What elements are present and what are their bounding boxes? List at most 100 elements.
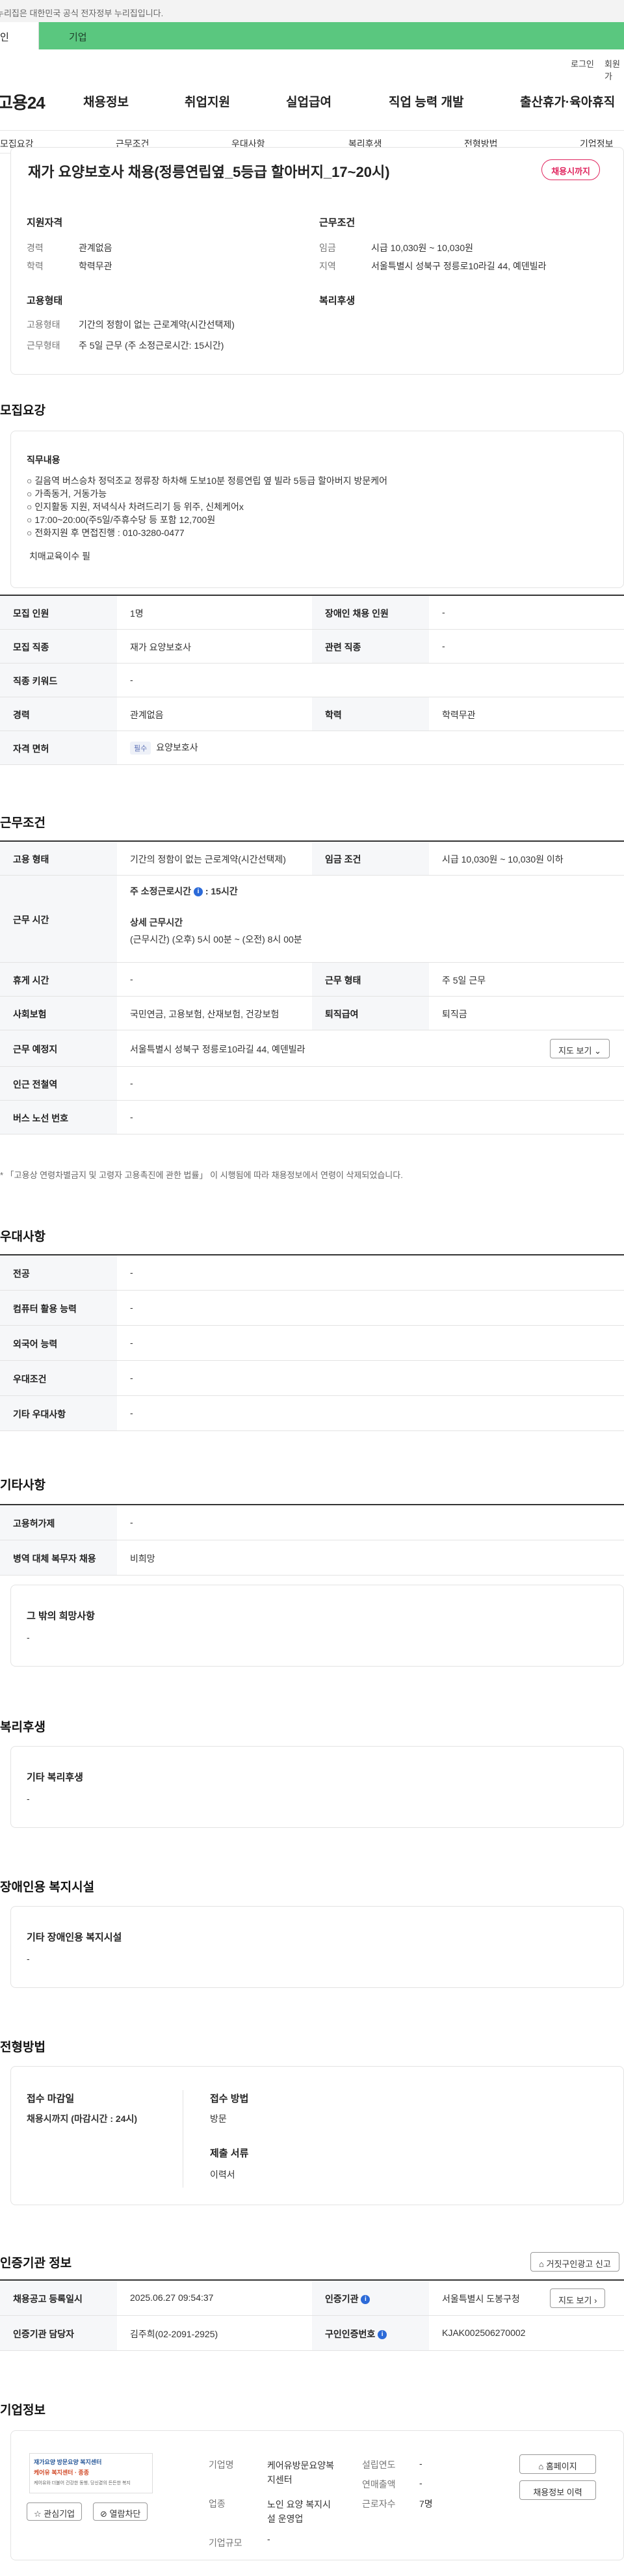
disability-heading: 장애인용 복지시설: [0, 1881, 95, 1894]
job-title: 재가 요양보호사 채용(정릉연립옆_5등급 할아버지_17~20시): [28, 164, 390, 180]
company-logo: 재가요양 방문요양 복지센터 케어유 복지센터 · 종종 케어유와 더불어 건강…: [29, 2453, 153, 2493]
weekly-hours-value: : 15시간: [205, 886, 238, 896]
table-cell: 서울특별시 도봉구청: [442, 2294, 520, 2304]
table-cell: -: [130, 1408, 133, 1418]
table-header: 모집 직종: [0, 630, 117, 663]
info-icon[interactable]: i: [378, 2330, 387, 2340]
table-header: 임금 조건: [312, 842, 429, 875]
founded-value: -: [419, 2458, 422, 2469]
gov-banner-text: 누리집은 대한민국 공식 전자정부 누리집입니다.: [0, 8, 164, 18]
table-header: 구인인증번호 i: [312, 2316, 429, 2350]
table-cell: -: [130, 1267, 133, 1278]
edu-label: 학력: [27, 261, 44, 271]
career-value: 관계없음: [79, 243, 112, 253]
required-tag: 필수: [130, 742, 151, 755]
table-row: 우대조건 -: [0, 1361, 624, 1396]
job-extra: 치매교육이수 필: [29, 551, 91, 561]
table-header: 자격 면허: [0, 731, 117, 764]
cert-table: 채용공고 등록일시 2025.06.27 09:54:37 인증기관 i 서울특…: [0, 2279, 624, 2351]
welfare-section-heading: 복리후생: [0, 1721, 46, 1734]
table-header: 사회보험: [0, 997, 117, 1030]
table-header: 컴퓨터 활용 능력: [0, 1291, 117, 1325]
table-row: 사회보험 국민연금, 고용보험, 산재보험, 건강보험 퇴직급여 퇴직금: [0, 997, 624, 1030]
other-wishes-value: -: [27, 1632, 30, 1643]
other-wishes-title: 그 밖의 희망사항: [27, 1611, 95, 1622]
table-cell: 주 소정근로시간 i : 15시간: [117, 876, 238, 898]
industry-label: 업종: [209, 2499, 226, 2509]
cert-heading: 인증기관 정보: [0, 2257, 72, 2270]
tab-company[interactable]: 기업: [39, 22, 624, 49]
gnb-item-unemployment-benefit[interactable]: 실업급여: [286, 92, 332, 110]
employment-type-label: 고용형태: [27, 319, 60, 330]
report-fake-ad-button[interactable]: ⌂ 거짓구인광고 신고: [530, 2252, 619, 2272]
home-icon: ⌂: [539, 2259, 544, 2269]
main-navigation: 고용24 채용정보 취업지원 실업급여 직업 능력 개발 출산휴가·육아휴직: [0, 83, 624, 118]
work-type-label: 근무형태: [27, 340, 60, 351]
join-link[interactable]: 회원가: [604, 57, 624, 82]
table-row: 채용공고 등록일시 2025.06.27 09:54:37 인증기관 i 서울특…: [0, 2281, 624, 2316]
license-value: 요양보호사: [156, 742, 198, 753]
table-cell: 1명: [130, 608, 144, 619]
logo-line-1: 재가요양 방문요양 복지센터: [34, 2459, 102, 2465]
map-button-label: 지도 보기: [558, 2296, 592, 2305]
deadline-title: 접수 마감일: [27, 2093, 75, 2104]
map-button[interactable]: 지도 보기 ⌄: [550, 1039, 610, 1058]
homepage-button[interactable]: ⌂ 홈페이지: [519, 2454, 596, 2474]
welfare-box: 기타 복리후생 -: [10, 1746, 624, 1828]
table-header: 근무 예정지: [0, 1030, 117, 1066]
table-cell: 2025.06.27 09:54:37: [130, 2292, 214, 2303]
login-link[interactable]: 로그인: [571, 57, 594, 70]
block-label: 열람차단: [109, 2509, 141, 2519]
table-header: 기타 우대사항: [0, 1396, 117, 1430]
work-heading: 근무조건: [0, 816, 46, 830]
user-type-tabs: 인 기업: [0, 22, 624, 49]
table-row: 근무 예정지 서울특별시 성북구 정릉로10라길 44, 예덴빌라 지도 보기 …: [0, 1030, 624, 1067]
logo-line-3: 케어유와 더불어 건강한 동행, 당신곁의 든든한 복지: [34, 2481, 131, 2486]
table-header: 학력: [312, 697, 429, 731]
docs-value: 이력서: [210, 2169, 235, 2180]
site-logo[interactable]: 고용24: [0, 90, 46, 114]
table-row: 직종 키워드 -: [0, 664, 624, 697]
preference-table: 전공 - 컴퓨터 활용 능력 - 외국어 능력 - 우대조건 - 기타 우대사항…: [0, 1254, 624, 1431]
table-row: 컴퓨터 활용 능력 -: [0, 1291, 624, 1326]
info-icon[interactable]: i: [361, 2295, 370, 2305]
chevron-down-icon: ⌄: [594, 1046, 601, 1056]
table-header: 외국어 능력: [0, 1326, 117, 1360]
recruit-history-button[interactable]: 채용정보 이력: [519, 2480, 596, 2500]
gnb-item-employment-support[interactable]: 취업지원: [185, 92, 230, 110]
info-icon[interactable]: i: [193, 887, 203, 897]
table-header: 관련 직종: [312, 630, 429, 663]
table-cell: 재가 요양보호사: [130, 642, 192, 652]
table-cell: 퇴직금: [442, 1009, 467, 1019]
deadline-badge: 채용시까지: [541, 159, 600, 180]
interest-company-button[interactable]: ☆ 관심기업: [27, 2502, 83, 2521]
table-header: 모집 인원: [0, 596, 117, 629]
table-cell: -: [130, 1112, 133, 1122]
table-header: 경력: [0, 697, 117, 731]
gov-banner: 누리집은 대한민국 공식 전자정부 누리집입니다.: [0, 0, 624, 22]
homepage-label: 홈페이지: [545, 2462, 577, 2471]
employment-heading: 고용형태: [27, 295, 63, 306]
recruit-table: 모집 인원 1명 장애인 채용 인원 - 모집 직종 재가 요양보호사 관련 직…: [0, 595, 624, 765]
table-row: 인근 전철역 -: [0, 1067, 624, 1101]
gnb-item-vocational-training[interactable]: 직업 능력 개발: [389, 92, 463, 110]
founded-label: 설립연도: [362, 2460, 396, 2470]
docs-title: 제출 서류: [210, 2148, 249, 2159]
gnb-item-parental-leave[interactable]: 출산휴가·육아휴직: [520, 92, 615, 110]
block-icon: ⊘: [100, 2509, 107, 2519]
agency-map-button[interactable]: 지도 보기 ›: [550, 2288, 606, 2308]
company-name-value: 케어유방문요양복지센터: [267, 2460, 335, 2485]
table-header: 버스 노선 번호: [0, 1101, 117, 1134]
method-value: 방문: [210, 2113, 227, 2124]
table-header: 인근 전철역: [0, 1067, 117, 1100]
table-cell: KJAK002506270002: [442, 2328, 526, 2338]
company-name-label: 기업명: [209, 2460, 234, 2470]
block-view-button[interactable]: ⊘ 열람차단: [93, 2502, 148, 2521]
tab-personal[interactable]: 인: [0, 22, 39, 49]
table-row: 자격 면허 필수 요양보호사: [0, 731, 624, 765]
gnb-item-jobs[interactable]: 채용정보: [83, 92, 129, 110]
employees-value: 7명: [419, 2499, 433, 2509]
detail-hours-label: 상세 근무시간: [130, 917, 183, 928]
size-value: -: [267, 2534, 270, 2544]
table-row: 모집 인원 1명 장애인 채용 인원 -: [0, 596, 624, 630]
